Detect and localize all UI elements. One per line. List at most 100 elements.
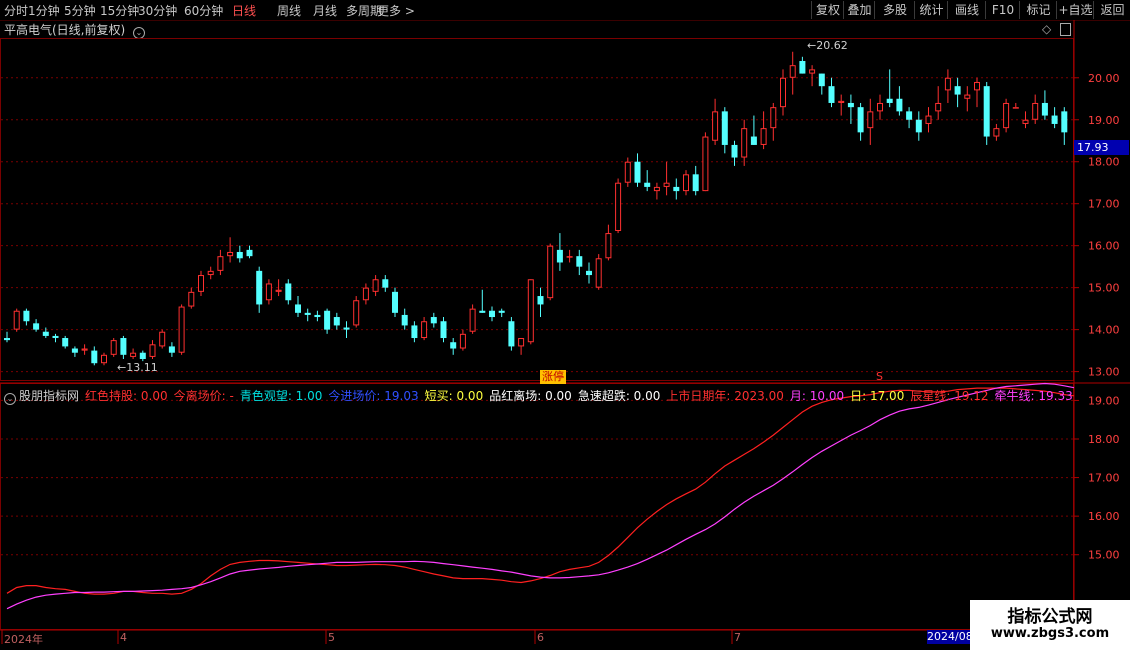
candle	[896, 86, 903, 116]
legend-value: 2023.00	[730, 389, 784, 403]
candle	[624, 157, 631, 187]
candle-body	[459, 333, 466, 349]
candle-body	[139, 352, 146, 360]
indicator-name[interactable]: 股朋指标网	[19, 389, 79, 403]
candle-body	[178, 306, 185, 353]
candle	[1061, 107, 1068, 145]
candle	[576, 249, 583, 276]
candle	[712, 98, 719, 145]
price-axis-label-1: 19.00	[1088, 114, 1120, 127]
legend-label: 今离场价:	[173, 389, 226, 403]
candle	[333, 312, 340, 330]
chevron-down-icon[interactable]: ⌄	[4, 393, 16, 405]
candle	[62, 335, 69, 349]
price-axis-label-0: 20.00	[1088, 72, 1120, 85]
indicator-legend: ⌄ 股朋指标网 红色持股: 0.00 今离场价: - 青色观望: 1.00 今进场价: 1…	[4, 387, 1079, 405]
candle	[178, 304, 185, 355]
candle-body	[207, 270, 214, 276]
legend-label: 牵牛线:	[994, 389, 1035, 403]
date-cursor-text: 2024/08	[927, 630, 973, 643]
candle-body	[838, 100, 845, 103]
candle-body	[712, 111, 719, 141]
candle	[556, 233, 563, 271]
watermark-url: www.zbgs3.com	[990, 626, 1110, 641]
candle-body	[556, 249, 563, 263]
candle	[692, 165, 699, 196]
legend-item-6: 急速超跌: 0.00	[578, 389, 661, 403]
candle	[915, 111, 922, 141]
candle	[906, 107, 913, 129]
price-axis-label-3: 17.00	[1088, 198, 1120, 211]
candle-body	[1041, 102, 1048, 116]
candle-body	[576, 256, 583, 267]
legend-item-1: 今离场价: -	[174, 389, 234, 403]
legend-item-10: 辰星线: 19.12	[910, 389, 988, 403]
candle-body	[954, 86, 961, 95]
candle	[935, 86, 942, 120]
indicator-series	[6, 382, 1075, 610]
date-label-3: 6	[537, 631, 544, 644]
legend-item-3: 今进场价: 19.03	[328, 389, 418, 403]
candle	[149, 340, 156, 360]
candle	[518, 338, 525, 355]
candle	[964, 86, 971, 112]
candle	[459, 329, 466, 351]
candle	[663, 161, 670, 196]
candle-body	[663, 182, 670, 187]
candle	[110, 338, 117, 357]
legend-label: 日:	[850, 389, 867, 403]
s-signal-tag: S	[876, 370, 883, 383]
candle	[644, 170, 651, 192]
candle	[91, 346, 98, 366]
low-price-marker: ←13.11	[117, 361, 158, 374]
indicator-legend-items: 红色持股: 0.00 今离场价: - 青色观望: 1.00 今进场价: 19.03 短买…	[85, 389, 1079, 403]
candle	[741, 119, 748, 166]
candle	[886, 69, 893, 108]
candle-body	[1012, 107, 1019, 109]
axis-layer: 20.00 19.00 18.00 17.00 16.00 15.00 14.00 13.00…	[1, 72, 1120, 644]
candle-body	[440, 321, 447, 339]
candle-body	[4, 338, 10, 341]
candle	[324, 308, 331, 334]
indicator-axis-label-1: 18.00	[1088, 433, 1120, 446]
candle-body	[1022, 119, 1029, 124]
low-arrow-icon: ←	[117, 361, 127, 374]
candle	[683, 170, 689, 196]
date-cursor-box: 2024/08	[927, 630, 973, 644]
legend-item-2: 青色观望: 1.00	[240, 389, 323, 403]
legend-item-5: 品红离场: 0.00	[489, 389, 572, 403]
candle-body	[1032, 102, 1039, 120]
price-axis-label-4: 16.00	[1088, 240, 1120, 253]
legend-label: 急速超跌:	[577, 389, 630, 403]
legend-value: -	[225, 389, 234, 403]
candle-body	[818, 73, 825, 87]
candle-body	[479, 310, 486, 313]
candle-body	[110, 340, 117, 355]
legend-value: 17.00	[866, 389, 905, 403]
chart-canvas[interactable]: 20.00 19.00 18.00 17.00 16.00 15.00 14.00 13.00…	[0, 0, 1130, 650]
candle-body	[896, 98, 903, 112]
candle-body	[789, 65, 796, 78]
candle-body	[343, 327, 350, 330]
legend-item-11: 牵牛线: 19.33	[995, 389, 1073, 403]
candle	[13, 308, 20, 332]
date-label-0: 2024年	[4, 633, 43, 646]
candle	[702, 132, 709, 192]
legend-item-7: 上市日期年: 2023.00	[666, 389, 783, 403]
candle-body	[23, 310, 30, 322]
legend-label: 青色观望:	[239, 389, 292, 403]
candle	[828, 77, 835, 108]
candle	[168, 342, 175, 357]
candle-body	[566, 256, 573, 258]
candle-body	[770, 107, 777, 129]
candle-body	[673, 186, 680, 192]
candle-body	[411, 325, 418, 339]
candle-body	[81, 348, 88, 351]
candle	[353, 296, 360, 328]
candle-body	[304, 312, 311, 315]
candle-body	[799, 60, 806, 74]
red-line-series	[6, 387, 1075, 595]
candle-body	[62, 338, 69, 347]
watermark-title: 指标公式网	[1007, 607, 1093, 627]
candle	[159, 329, 166, 349]
